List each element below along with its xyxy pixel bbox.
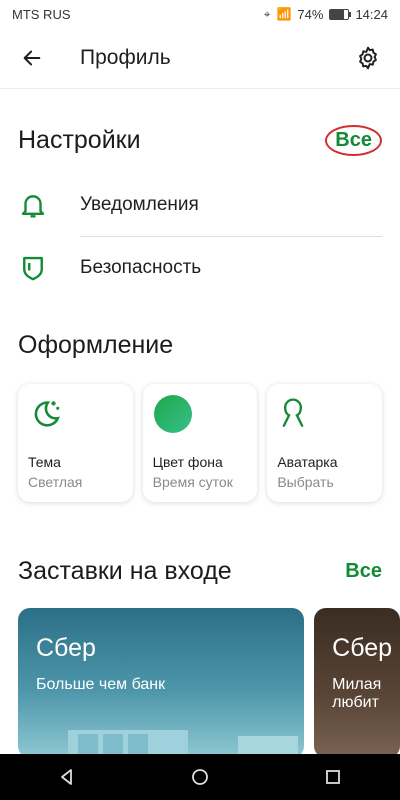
card-subtitle: Выбрать [277, 474, 334, 490]
settings-all-link[interactable]: Все [325, 125, 382, 156]
arrow-left-icon [23, 50, 41, 66]
banner-subtitle: Милая любит [332, 676, 382, 711]
banner-title: Сбер [332, 634, 393, 662]
back-button[interactable] [14, 40, 50, 76]
carrier-label: MTS RUS [12, 6, 71, 22]
app-bar: Профиль [0, 28, 400, 89]
banner-sber-2[interactable]: Сбер Милая любит [314, 608, 400, 758]
status-bar: MTS RUS ⌖ 📶 74% 14:24 [0, 0, 400, 28]
status-icons: ⌖ 📶 74% 14:24 [264, 7, 388, 22]
card-avatar[interactable]: Аватарка Выбрать [267, 384, 383, 502]
bell-icon [21, 195, 45, 218]
shield-icon [23, 256, 43, 281]
appearance-header: Оформление [0, 331, 400, 360]
wifi-icon: 📶 [276, 7, 292, 21]
list-item-label: Уведомления [80, 194, 199, 215]
card-title: Тема [28, 454, 61, 470]
banner-subtitle: Больше чем банк [36, 676, 166, 693]
home-circle-icon[interactable] [190, 767, 210, 787]
settings-title: Настройки [18, 126, 141, 154]
recents-square-icon[interactable] [323, 767, 343, 787]
appearance-cards: Тема Светлая Цвет фона Время суток Авата… [0, 384, 400, 502]
screensavers-title: Заставки на входе [18, 557, 232, 585]
list-item-label: Безопасность [80, 257, 202, 278]
banner-title: Сбер [36, 634, 96, 662]
screensavers-all-link[interactable]: Все [345, 560, 382, 583]
screensavers-header: Заставки на входе Все [0, 557, 400, 586]
color-circle-icon [153, 395, 192, 433]
battery-percent: 74% [297, 6, 324, 22]
avatar-icon [283, 398, 304, 427]
gear-icon [359, 46, 377, 70]
settings-header: Настройки Все [0, 125, 400, 156]
page-title: Профиль [80, 46, 171, 69]
banner-sber[interactable]: Сбер Больше чем банк [18, 608, 305, 758]
settings-button[interactable] [350, 40, 386, 76]
card-subtitle: Светлая [28, 474, 83, 490]
moon-stars-icon [34, 401, 60, 427]
appearance-title: Оформление [18, 331, 174, 359]
city-skyline-illustration [68, 730, 298, 758]
card-background-color[interactable]: Цвет фона Время суток [142, 384, 258, 502]
screensaver-banners: Сбер Больше чем банк Сбер Милая любит [0, 608, 400, 758]
card-title: Аватарка [277, 454, 338, 470]
clock-label: 14:24 [355, 6, 388, 22]
card-title: Цвет фона [152, 454, 223, 470]
list-item-notifications[interactable]: Уведомления [0, 174, 400, 236]
system-nav-bar [0, 754, 400, 800]
battery-icon [329, 8, 352, 20]
card-subtitle: Время суток [152, 474, 233, 490]
list-item-security[interactable]: Безопасность [0, 237, 400, 299]
back-triangle-icon[interactable] [57, 767, 77, 787]
location-icon: ⌖ [263, 6, 271, 21]
card-theme[interactable]: Тема Светлая [18, 384, 133, 502]
